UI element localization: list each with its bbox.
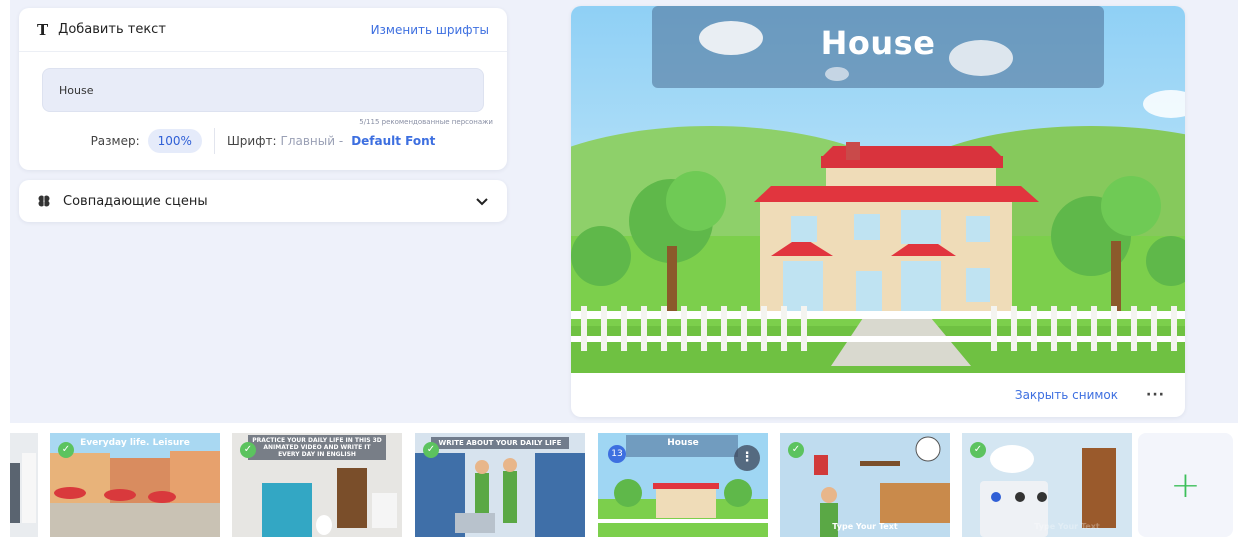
font-label: Шрифт: xyxy=(226,134,277,148)
timeline-thumb-6[interactable]: Type Your Text ✓ xyxy=(962,433,1132,537)
character-counter: 5/115 рекомендованные персонажи xyxy=(359,118,493,126)
add-scene-button[interactable]: + xyxy=(1138,433,1233,537)
timeline-thumb-partial[interactable] xyxy=(10,433,38,537)
matching-scenes-title: Совпадающие сцены xyxy=(63,193,208,209)
scene-preview-panel: House Закрыть снимок ··· xyxy=(571,6,1185,417)
thumb-caption-box: PRACTICE YOUR DAILY LIFE IN THIS 3D ANIM… xyxy=(248,435,386,460)
thumb-caption: PRACTICE YOUR DAILY LIFE IN THIS 3D ANIM… xyxy=(252,437,382,458)
size-font-row: Размер: 100% Шрифт: Главный - Default Fo… xyxy=(19,128,507,154)
text-icon: T xyxy=(37,20,49,39)
thumb-image xyxy=(10,433,38,537)
matching-scenes-panel[interactable]: Совпадающие сцены xyxy=(19,180,507,222)
thumb-caption: Type Your Text xyxy=(1034,522,1100,531)
timeline-thumb-4[interactable]: House 13 ⋮ xyxy=(598,433,768,537)
add-text-title: Добавить текст xyxy=(58,22,166,37)
brain-icon xyxy=(38,195,50,207)
editor-workarea: T Добавить текст Изменить шрифты 5/115 р… xyxy=(10,0,1238,423)
timeline-thumb-1[interactable]: Everyday life. Leisure ✓ xyxy=(50,433,220,537)
thumb-caption: Type Your Text xyxy=(832,522,898,531)
close-snapshot-button[interactable]: Закрыть снимок xyxy=(1015,388,1118,402)
chevron-down-icon[interactable] xyxy=(475,194,489,208)
thumb-caption-box: WRITE ABOUT YOUR DAILY LIFE xyxy=(431,437,569,449)
plus-icon: + xyxy=(1170,464,1201,506)
kebab-menu-icon[interactable]: ⋮ xyxy=(734,445,760,471)
change-fonts-link[interactable]: Изменить шрифты xyxy=(371,23,489,37)
size-label: Размер: xyxy=(90,134,140,148)
font-select-link[interactable]: Default Font xyxy=(351,134,435,148)
scene-timeline: Everyday life. Leisure ✓ PRACTICE YOUR D… xyxy=(10,433,1238,537)
thumb-image xyxy=(50,433,220,537)
check-icon: ✓ xyxy=(58,442,74,458)
font-type: Главный - xyxy=(280,134,344,148)
preview-footer: Закрыть снимок ··· xyxy=(571,373,1185,417)
thumb-caption: WRITE ABOUT YOUR DAILY LIFE xyxy=(438,439,562,447)
divider xyxy=(213,128,215,154)
add-text-header: T Добавить текст Изменить шрифты xyxy=(19,8,507,52)
more-options-icon[interactable]: ··· xyxy=(1146,387,1165,403)
timeline-thumb-3[interactable]: WRITE ABOUT YOUR DAILY LIFE ✓ xyxy=(415,433,585,537)
check-icon: ✓ xyxy=(788,442,804,458)
check-icon: ✓ xyxy=(240,442,256,458)
text-input[interactable] xyxy=(42,68,484,112)
timeline-thumb-5[interactable]: Type Your Text ✓ xyxy=(780,433,950,537)
size-value-button[interactable]: 100% xyxy=(147,129,202,153)
check-icon: ✓ xyxy=(970,442,986,458)
scene-number-badge: 13 xyxy=(608,445,626,463)
check-icon: ✓ xyxy=(423,442,439,458)
scene-title-text: House xyxy=(820,24,936,62)
add-text-panel: T Добавить текст Изменить шрифты 5/115 р… xyxy=(19,8,507,170)
timeline-thumb-2[interactable]: PRACTICE YOUR DAILY LIFE IN THIS 3D ANIM… xyxy=(232,433,402,537)
thumb-caption: Everyday life. Leisure xyxy=(80,438,190,448)
